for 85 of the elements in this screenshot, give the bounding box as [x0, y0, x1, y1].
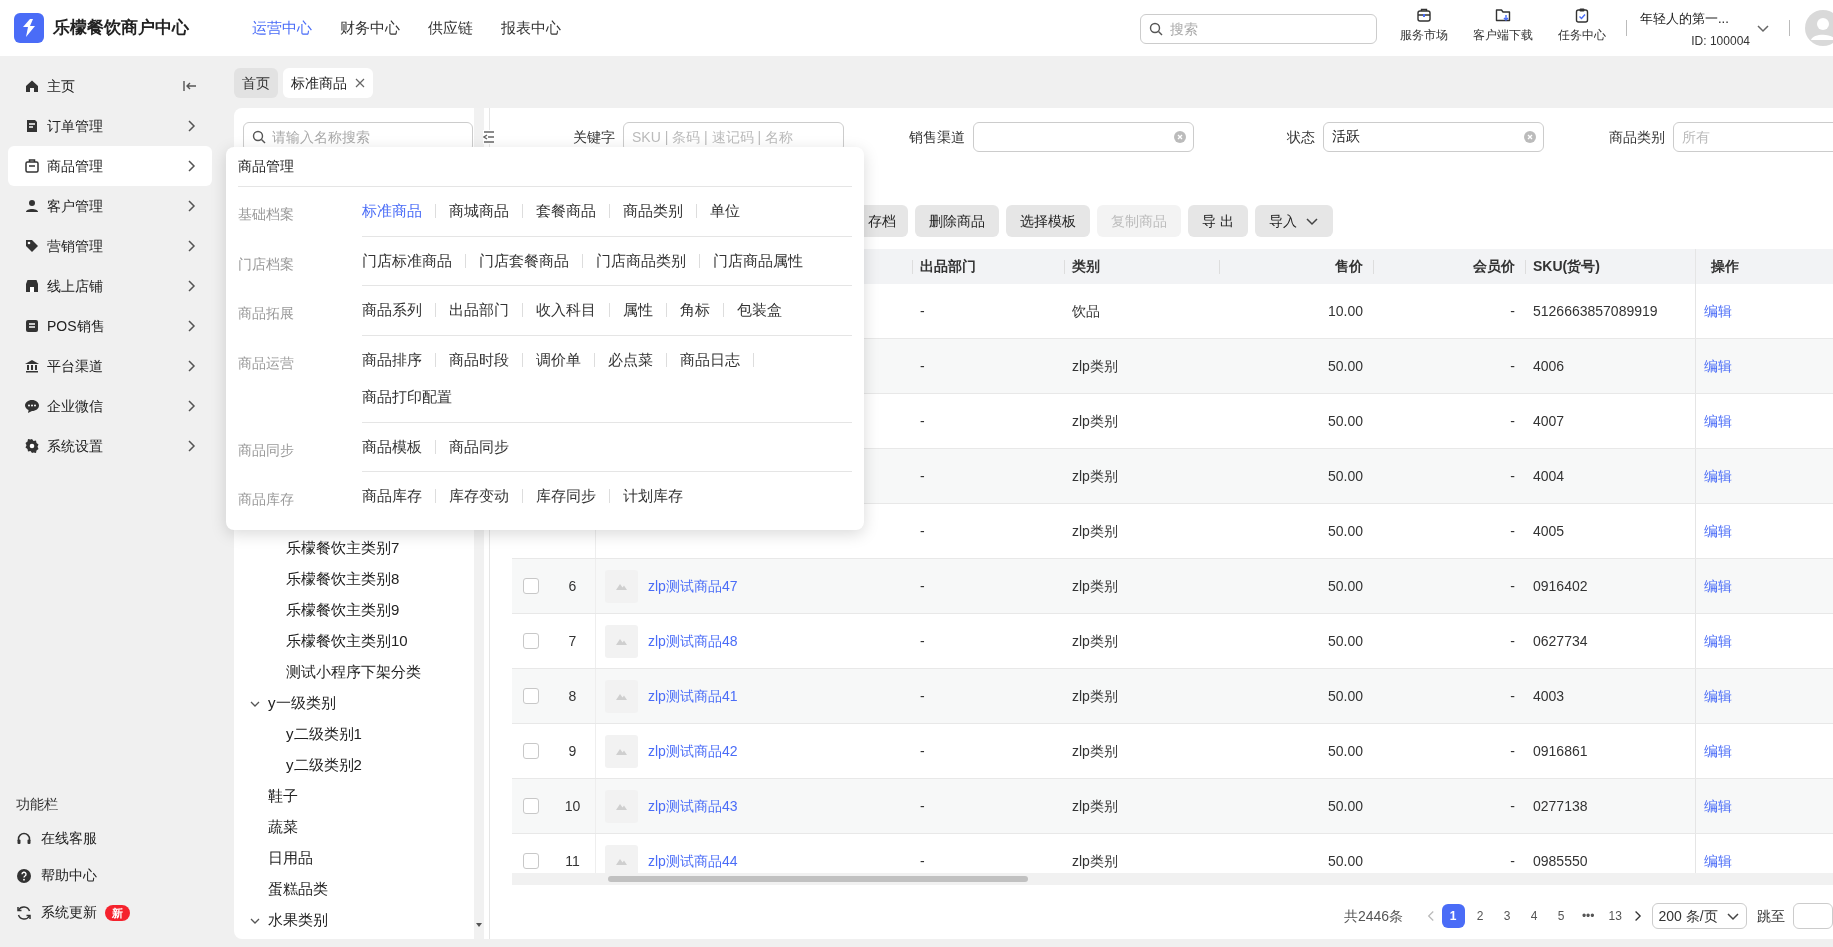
table-cell-text: - [1510, 851, 1515, 871]
table-cell-text: - [920, 356, 925, 376]
row-number: 10 [564, 796, 581, 816]
table-cell-text: 50.00 [1327, 631, 1363, 651]
table-cell-text: 50.00 [1327, 411, 1363, 431]
table-cell-text: - [920, 741, 925, 761]
column-header: 类别 [1072, 257, 1100, 276]
table-cell-text: - [920, 851, 925, 871]
jump-label: 跳至 [1757, 906, 1785, 926]
section-label: 门店档案 [238, 255, 294, 272]
field-label: 状态 [1286, 127, 1316, 147]
row-number: 6 [568, 576, 577, 596]
table-cell-text: zlp类别 [1072, 466, 1118, 486]
section-label: 商品库存 [238, 491, 294, 507]
column-header: 售价 [1335, 257, 1364, 276]
table-cell-text: 0627734 [1533, 631, 1588, 651]
row-number: 11 [565, 851, 580, 871]
table-cell-text: 0985550 [1533, 851, 1588, 871]
table-cell-text: - [1510, 301, 1515, 321]
table-cell-text: zlp类别 [1072, 851, 1118, 871]
table-cell-text: 10.00 [1327, 301, 1363, 321]
table-cell-text: - [1510, 521, 1515, 541]
popup-title: 商品管理 [238, 147, 852, 187]
table-cell-text: 50.00 [1327, 576, 1363, 596]
table-cell-text: 50.00 [1327, 741, 1363, 761]
table-cell-text: 0916402 [1533, 576, 1588, 596]
row-number: 8 [568, 686, 577, 706]
row-number: 7 [568, 631, 577, 651]
table-cell-text: 0277138 [1533, 796, 1588, 816]
table-cell-text: zlp类别 [1072, 411, 1118, 431]
table-cell-text: 50.00 [1327, 851, 1363, 871]
table-cell-text: 饮品 [1072, 301, 1100, 321]
table-cell-text: - [920, 576, 925, 596]
table-cell-text: - [920, 301, 925, 321]
table-cell-text: - [1510, 411, 1515, 431]
column-header: SKU(货号) [1533, 257, 1600, 276]
total-count: 共2446条 [1344, 906, 1405, 926]
account-id: ID: 100004 [1691, 32, 1750, 50]
table-cell-text: zlp类别 [1072, 686, 1118, 706]
column-header: 出品部门 [920, 257, 976, 276]
table-cell-text: zlp类别 [1072, 741, 1118, 761]
table-cell-text: - [1510, 686, 1515, 706]
table-cell-text: 50.00 [1327, 521, 1363, 541]
table-cell-text: - [920, 521, 925, 541]
table-cell-text: 50.00 [1327, 466, 1363, 486]
table-cell-text: 4006 [1533, 356, 1565, 376]
table-cell-text: 50.00 [1327, 686, 1363, 706]
table-cell-text: 4007 [1533, 411, 1565, 431]
table-cell-text: 5126663857089919 [1533, 301, 1658, 321]
field-label: 关键字 [572, 127, 616, 147]
table-cell-text: zlp类别 [1072, 796, 1118, 816]
table-cell-text: - [920, 411, 925, 431]
section-label: 商品运营 [238, 354, 294, 371]
section-title: 功能栏 [15, 795, 59, 814]
table-cell-text: 0916861 [1533, 741, 1588, 761]
section-label: 商品同步 [238, 441, 294, 458]
table-cell-text: - [1510, 466, 1515, 486]
app-title: 乐檬餐饮商户中心 [53, 17, 189, 40]
section-label: 基础档案 [238, 206, 294, 222]
row-number: 9 [568, 741, 577, 761]
table-cell-text: zlp类别 [1072, 576, 1118, 596]
column-header: 会员价 [1473, 257, 1516, 276]
table-cell-text: 50.00 [1327, 796, 1363, 816]
new-badge: 新 [105, 904, 130, 921]
table-cell-text: - [1510, 576, 1515, 596]
field-label: 销售渠道 [908, 127, 966, 147]
table-cell-text: - [1510, 796, 1515, 816]
section-label: 商品拓展 [238, 305, 294, 321]
table-cell-text: - [1510, 631, 1515, 651]
table-cell-text: - [1510, 356, 1515, 376]
table-cell-text: zlp类别 [1072, 631, 1118, 651]
table-cell-text: 4005 [1533, 521, 1565, 541]
table-cell-text: - [920, 686, 925, 706]
table-cell-text: zlp类别 [1072, 356, 1118, 376]
column-header: 操作 [1711, 257, 1739, 276]
table-cell-text: - [920, 631, 925, 651]
table-cell-text: 50.00 [1327, 356, 1363, 376]
account-name: 年轻人的第一... [1640, 10, 1729, 28]
table-cell-text: 4004 [1533, 466, 1565, 486]
table-cell-text: zlp类别 [1072, 521, 1118, 541]
table-cell-text: - [920, 796, 925, 816]
table-cell-text: - [920, 466, 925, 486]
table-cell-text: - [1510, 741, 1515, 761]
table-cell-text: 4003 [1533, 686, 1565, 706]
field-label: 商品类别 [1608, 127, 1666, 147]
